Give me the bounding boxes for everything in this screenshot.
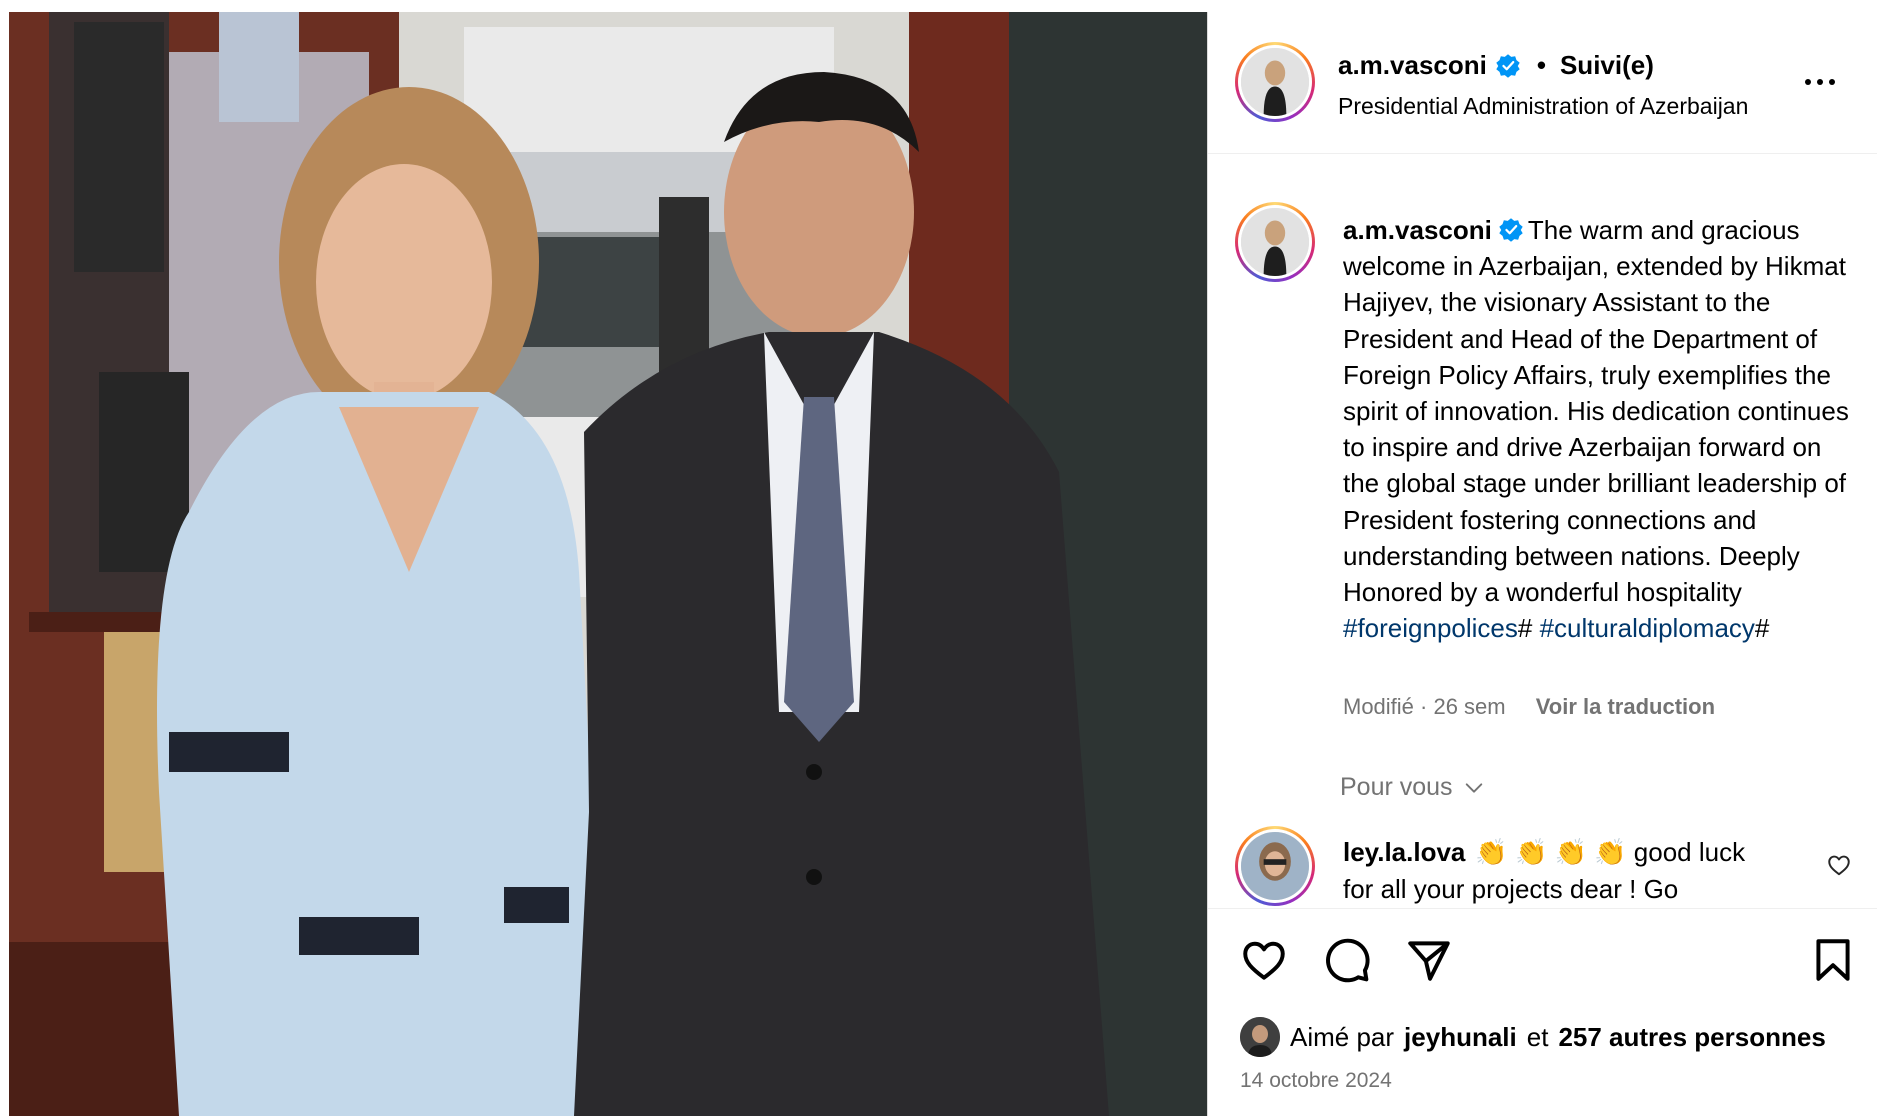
comment-bubble-icon[interactable] [1322, 935, 1372, 985]
heart-icon[interactable] [1826, 852, 1852, 878]
likes-joiner: et [1526, 1021, 1549, 1052]
photo-illustration [9, 12, 1207, 1116]
likes-summary: Aimé par jeyhunali et 257 autres personn… [1240, 1017, 1826, 1057]
caption-author-avatar[interactable] [1235, 202, 1315, 282]
author-line: a.m.vasconi • Suivi(e) [1338, 50, 1654, 81]
caption-section: a.m.vasconi The warm and gracious welcom… [1208, 154, 1877, 908]
post-location[interactable]: Presidential Administration of Azerbaija… [1338, 93, 1748, 120]
follow-status-button[interactable]: Suivi(e) [1560, 50, 1654, 81]
post-photo[interactable] [9, 12, 1207, 1116]
hashtag-suffix: # [1754, 613, 1770, 644]
instagram-post-view: a.m.vasconi • Suivi(e) Presidential Admi… [0, 0, 1886, 1116]
hashtag-suffix: # [1517, 613, 1540, 644]
hashtag-link[interactable]: #culturaldiplomacy [1540, 613, 1755, 643]
verified-badge-icon [1499, 218, 1523, 242]
likes-count-link[interactable]: 257 autres personnes [1558, 1022, 1825, 1053]
post-date[interactable]: 14 octobre 2024 [1240, 1069, 1392, 1093]
commenter-username[interactable]: ley.la.lova [1343, 837, 1465, 867]
post-detail-panel: a.m.vasconi • Suivi(e) Presidential Admi… [1207, 12, 1877, 1116]
likes-prefix: Aimé par [1290, 1021, 1395, 1052]
more-options-button[interactable] [1798, 70, 1842, 94]
paper-plane-icon[interactable] [1404, 935, 1454, 985]
author-username[interactable]: a.m.vasconi [1338, 50, 1487, 81]
post-header: a.m.vasconi • Suivi(e) Presidential Admi… [1208, 12, 1877, 154]
see-translation-button[interactable]: Voir la traduction [1536, 694, 1715, 719]
more-horizontal-icon [1805, 79, 1811, 85]
liker-avatar[interactable] [1240, 1017, 1280, 1057]
caption-text-block: a.m.vasconi The warm and gracious welcom… [1343, 212, 1863, 646]
separator-dot: • [1536, 50, 1546, 80]
caption-username[interactable]: a.m.vasconi [1343, 215, 1492, 245]
commenter-avatar-image [1241, 832, 1309, 900]
chevron-down-icon [1465, 782, 1482, 793]
heart-icon[interactable] [1239, 935, 1289, 985]
caption-avatar-image [1241, 208, 1309, 276]
caption-body: The warm and gracious welcome in Azerbai… [1343, 215, 1849, 608]
author-avatar-image [1241, 48, 1309, 116]
author-avatar[interactable] [1235, 42, 1315, 122]
for-you-dropdown[interactable]: Pour vous [1340, 773, 1485, 802]
caption-meta: Modifié · 26 sem Voir la traduction [1343, 694, 1715, 720]
liker-avatar-image [1240, 1017, 1280, 1057]
for-you-label: Pour vous [1340, 773, 1453, 801]
post-actions: Aimé par jeyhunali et 257 autres personn… [1208, 908, 1877, 1116]
commenter-avatar[interactable] [1235, 826, 1315, 906]
hashtag-link[interactable]: #foreignpolices [1343, 613, 1518, 643]
comment-emojis: 👏 👏 👏 👏 [1475, 837, 1627, 867]
verified-badge-icon [1496, 53, 1520, 78]
comment-item: ley.la.lova 👏 👏 👏 👏 good luck for all you… [1343, 834, 1763, 908]
bookmark-icon[interactable] [1808, 935, 1858, 985]
liker-username[interactable]: jeyhunali [1404, 1022, 1517, 1053]
edited-timestamp: Modifié · 26 sem [1343, 694, 1506, 719]
